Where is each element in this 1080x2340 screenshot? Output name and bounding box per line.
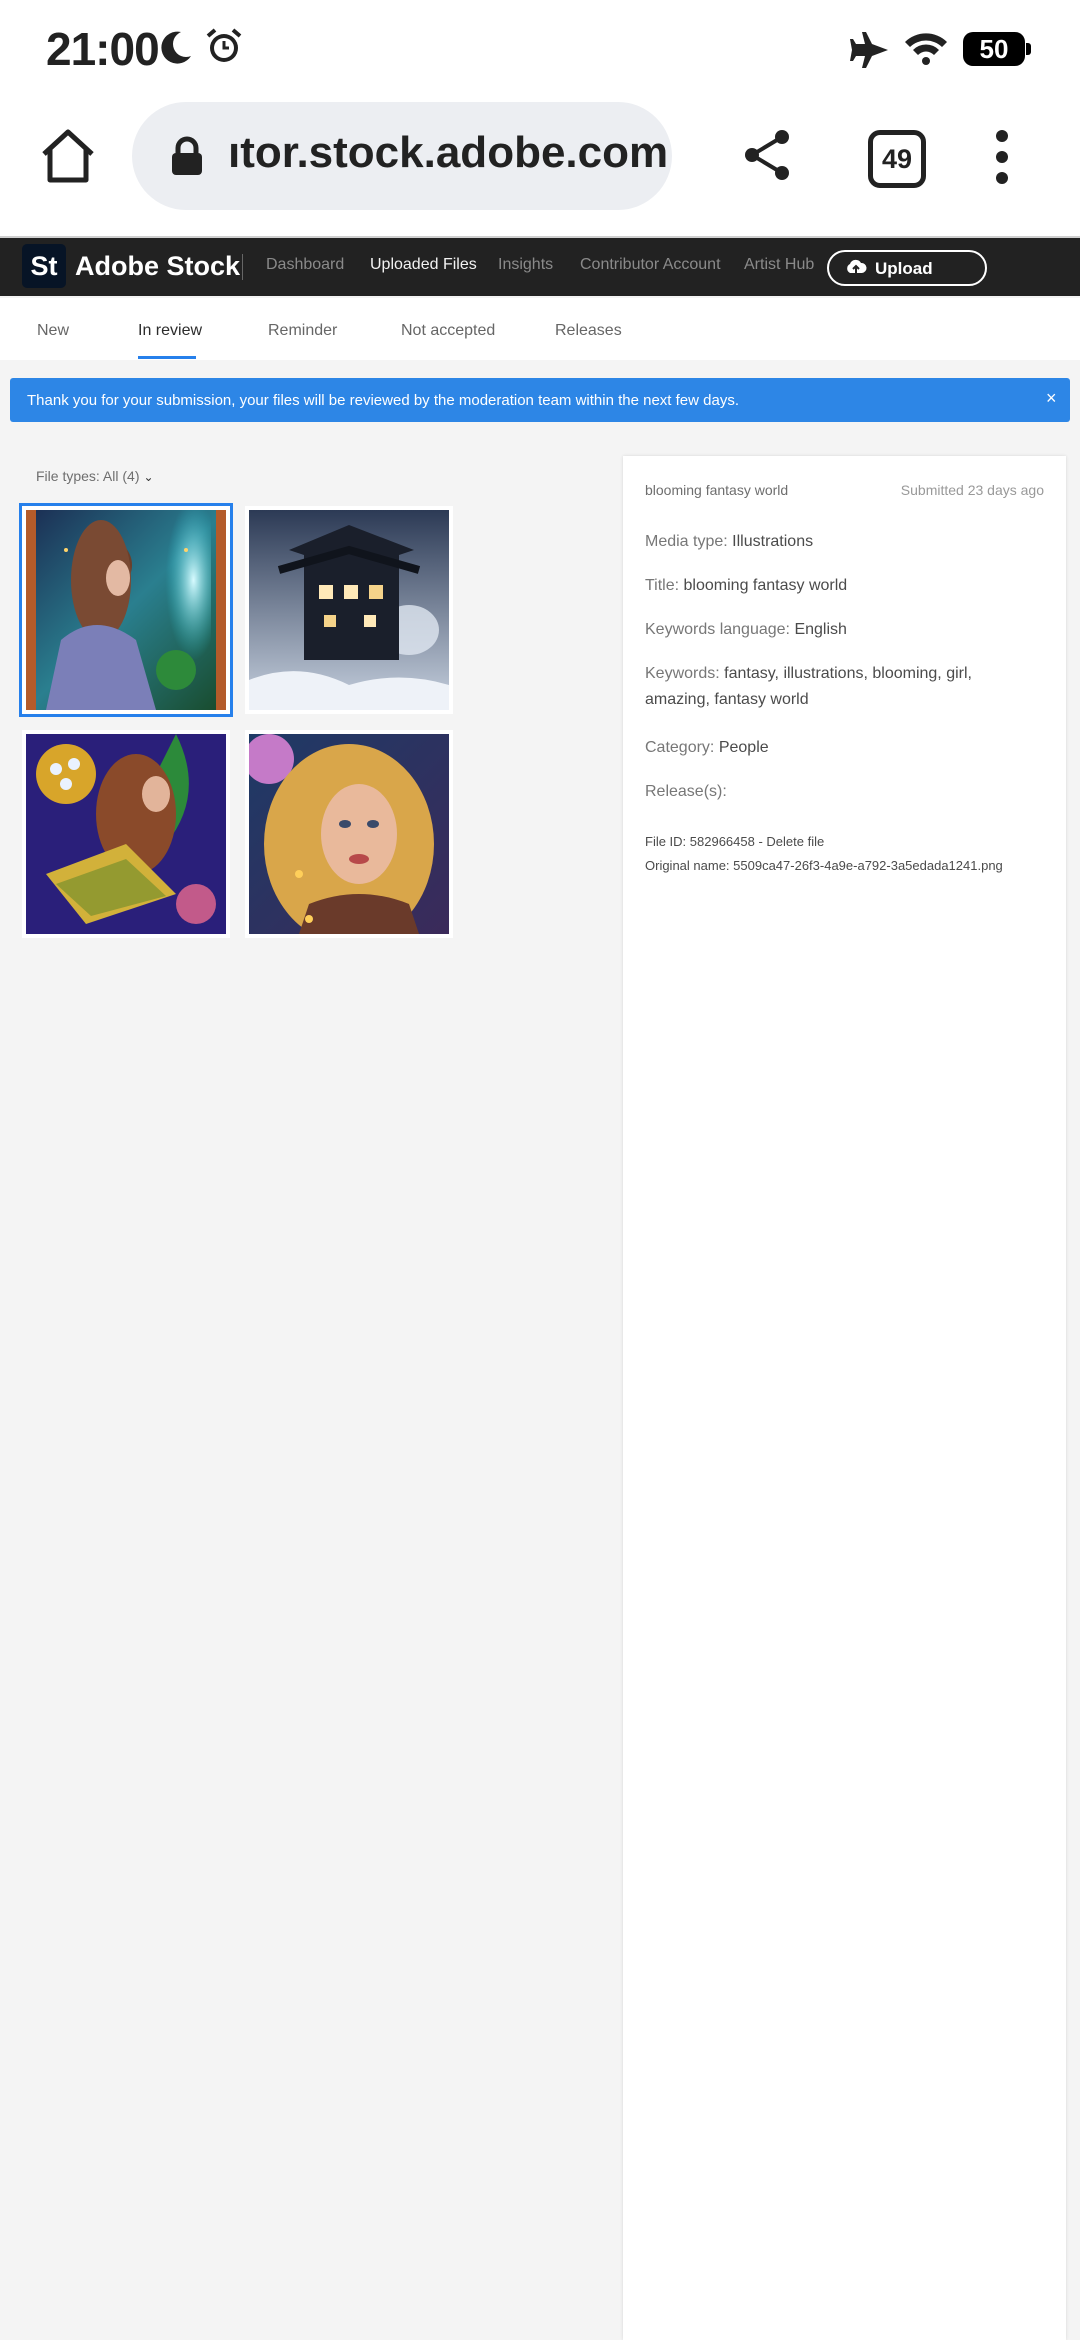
adobe-stock-logo[interactable]: St [22,244,66,288]
site-header: St Adobe Stock Dashboard Uploaded Files … [0,238,1080,296]
alarm-icon [206,28,242,62]
status-time: 21:00 [46,23,160,75]
cloud-upload-icon [847,259,867,273]
keywords-language-value: English [794,621,847,638]
address-bar[interactable]: ıtor.stock.adobe.com [132,102,672,210]
file-details-panel: blooming fantasy world Submitted 23 days… [623,456,1066,2340]
thumbnail-blonde-portrait[interactable] [245,730,453,938]
close-icon[interactable]: × [1046,388,1057,409]
media-type-row: Media type: Illustrations [645,529,1045,555]
releases-row: Release(s): [645,779,1045,805]
tab-not-accepted[interactable]: Not accepted [401,322,495,340]
keywords-value-line2: amazing, fantasy world [645,691,809,708]
original-name: Original name: 5509ca47-26f3-4a9e-a792-3… [645,858,1003,873]
airplane-icon [850,32,888,68]
illustration-reading-girl [26,734,226,934]
title-label: Title: [645,577,680,594]
thumbnail-fantasy-girl-waterfall[interactable] [19,503,233,717]
thumbnail-girl-reading-book[interactable] [22,730,230,938]
brand-name[interactable]: Adobe Stock [75,251,240,282]
status-tabs: New In review Reminder Not accepted Rele… [0,298,1080,360]
chevron-down-icon: ⌄ [143,470,154,484]
illustration-dark-tower [249,510,449,710]
details-file-title: blooming fantasy world [645,482,789,498]
tab-new[interactable]: New [37,322,69,340]
nav-uploaded-files[interactable]: Uploaded Files [370,256,477,274]
keywords-row: Keywords: fantasy, illustrations, bloomi… [645,661,1045,713]
header-divider [242,254,243,280]
submitted-date: Submitted 23 days ago [900,482,1044,498]
nav-dashboard[interactable]: Dashboard [266,256,344,274]
home-icon[interactable] [38,126,98,186]
keywords-label: Keywords: [645,665,720,682]
info-banner: Thank you for your submission, your file… [10,378,1070,422]
upload-button[interactable]: Upload [827,250,987,286]
title-row: Title: blooming fantasy world [645,573,1045,599]
wifi-icon [905,33,947,65]
illustration-girl-waterfall [26,510,226,710]
more-options-icon[interactable] [994,130,1010,184]
battery-indicator: 50 [963,32,1031,66]
lock-icon [172,136,202,175]
upload-label: Upload [875,259,933,278]
file-type-filter[interactable]: File types: All (4) ⌄ [36,468,154,484]
media-type-value: Illustrations [732,533,814,550]
filter-label: File types: All (4) [36,468,140,484]
category-row: Category: People [645,735,1045,761]
illustration-blonde-woman [249,734,449,934]
media-type-label: Media type: [645,533,728,550]
nav-insights[interactable]: Insights [498,256,553,274]
thumbnail-haunted-house[interactable] [245,506,453,714]
nav-artist-hub[interactable]: Artist Hub [744,256,814,274]
file-id[interactable]: File ID: 582966458 - Delete file [645,834,824,849]
nav-contributor-account[interactable]: Contributor Account [580,256,721,274]
keywords-language-label: Keywords language: [645,621,790,638]
url-text: ıtor.stock.adobe.com [228,128,669,177]
category-value: People [718,739,769,756]
status-bar: 21:00 50 [0,0,1080,96]
tab-reminder[interactable]: Reminder [268,322,337,340]
tab-switcher-button[interactable]: 49 [868,130,926,188]
banner-message: Thank you for your submission, your file… [27,392,740,409]
browser-toolbar: ıtor.stock.adobe.com 49 [0,96,1080,238]
keywords-value-line1: fantasy, illustrations, blooming, girl, [724,665,972,682]
keywords-language-row: Keywords language: English [645,617,1045,643]
active-tab-indicator [138,356,196,359]
tab-releases[interactable]: Releases [555,322,622,340]
share-icon[interactable] [740,128,794,182]
tab-in-review[interactable]: In review [138,322,202,340]
title-value: blooming fantasy world [683,577,848,594]
category-label: Category: [645,739,715,756]
moon-icon [161,31,191,64]
releases-label: Release(s): [645,783,727,800]
